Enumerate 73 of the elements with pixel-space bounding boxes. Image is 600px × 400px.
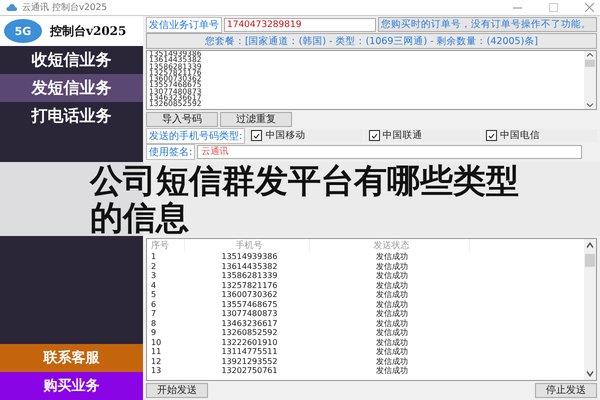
sidebar-item[interactable]: 收短信业务	[0, 46, 143, 74]
sidebar-button[interactable]: 购买业务	[0, 372, 143, 400]
banner-title: 公司短信群发平台有哪些类型的信息	[90, 162, 520, 236]
table-cell-text: 发信成功	[375, 289, 409, 300]
sidebar-item[interactable]: 发短信业务	[0, 74, 143, 102]
table-cell-text: 1	[150, 252, 158, 261]
number-button[interactable]: 导入号码	[146, 112, 218, 126]
maximize-icon[interactable]	[549, 3, 558, 12]
checkmark-icon	[253, 132, 260, 138]
table-cell-text: 7	[150, 309, 158, 318]
carrier-checkbox[interactable]	[251, 130, 262, 141]
table-cell-text: 13463236617	[220, 318, 278, 328]
signature-label: 使用签名:	[146, 144, 196, 160]
table-cell-text: 5	[150, 290, 158, 299]
number-button[interactable]: 过滤重复	[220, 112, 292, 126]
table-cell-text: 13614435382	[220, 262, 278, 270]
send-button[interactable]: 停止发送	[535, 382, 597, 398]
table-cell-text: 13202750761	[220, 366, 278, 375]
table-cell-text: 8	[150, 318, 158, 328]
table-cell-text: 发信成功	[375, 298, 409, 310]
table-cell-text: 发信成功	[375, 308, 409, 319]
table-cell-text: 发信成功	[375, 346, 409, 357]
table-cell-text: 发信成功	[375, 260, 409, 272]
carrier-label: 中国联通	[382, 129, 423, 142]
table-cell-text: 12	[150, 356, 162, 366]
table-cell-text: 发信成功	[375, 336, 409, 348]
table-cell-text: 13586281339	[220, 271, 278, 280]
carrier-label: 中国移动	[265, 129, 306, 142]
carrier-label: 发送的手机号码类型:	[146, 128, 246, 144]
table-cell-text: 13557468675	[220, 300, 278, 308]
signature-field[interactable]: 云通讯	[197, 144, 582, 158]
table-cell-text: 13600730362	[220, 290, 278, 299]
scrollbar-icon[interactable]	[584, 51, 596, 109]
send-button[interactable]: 开始发送	[146, 382, 208, 398]
package-info: 您套餐：[国家通道：(韩国) - 类型：(1069三网通) - 剩余数量：(42005)条]	[146, 33, 597, 49]
table-cell-text: 发信成功	[375, 280, 409, 290]
table-cell-text: 13222601910	[220, 338, 278, 346]
table-cell-text: 发信成功	[375, 270, 409, 281]
table-cell-text: 11	[150, 347, 162, 356]
table-cell-text: 13114775511	[220, 347, 278, 356]
table-cell-text: 发信成功	[375, 318, 409, 328]
table-cell-text: 发信成功	[375, 365, 409, 376]
table-cell-text: 6	[150, 300, 158, 308]
table-cell-text: 发信成功	[375, 327, 409, 338]
carrier-label: 中国电信	[500, 129, 540, 142]
order-hint: 您购买时的订单号，没有订单号操作不了功能。	[378, 17, 597, 32]
table-cell-text: 13921293552	[220, 356, 278, 366]
checkmark-icon	[370, 132, 378, 138]
scrollbar-icon[interactable]	[584, 239, 596, 380]
checkmark-icon	[488, 132, 495, 138]
table-cell-text: 10	[150, 338, 162, 346]
table-cell-text: 13260852592	[220, 328, 278, 337]
table-cell-text: 13	[150, 366, 162, 375]
logo-badge: 5G	[4, 19, 42, 43]
window-title: 云通讯 控制台v2025	[22, 2, 108, 14]
table-cell-text: 9	[150, 328, 158, 337]
sidebar-button[interactable]: 联系客服	[0, 344, 143, 372]
table-cell-text: 发信成功	[375, 356, 409, 366]
cloud-icon	[6, 4, 17, 12]
table-cell-text: 发信成功	[375, 251, 409, 262]
carrier-checkbox[interactable]	[368, 130, 380, 141]
table-cell-text: 13257821176	[220, 280, 278, 290]
table-cell-text: 3	[150, 271, 158, 280]
sidebar-item[interactable]: 打电话业务	[0, 102, 143, 130]
carrier-checkbox[interactable]	[486, 130, 497, 141]
order-field[interactable]: 1740473289819	[224, 18, 376, 32]
table-cell-text: 2	[150, 262, 158, 270]
table-cell-text: 13514939386	[220, 252, 278, 261]
order-label: 发信业务订单号	[146, 16, 222, 32]
table-cell-text: 13077480873	[220, 309, 278, 318]
table-cell-text: 4	[150, 280, 158, 290]
logo-title: 控制台v2025	[50, 22, 126, 40]
close-icon[interactable]	[585, 3, 594, 12]
